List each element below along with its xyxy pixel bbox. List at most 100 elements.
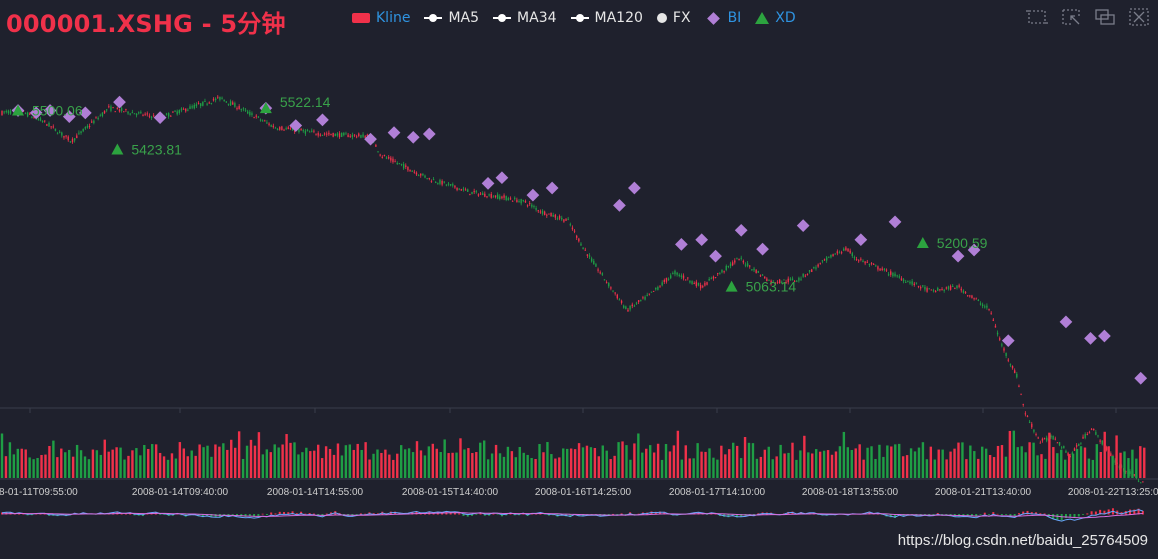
candle-body <box>915 282 918 284</box>
candle-body <box>349 135 351 137</box>
volume-bar <box>1143 447 1146 478</box>
candle-body <box>798 277 800 281</box>
candle-body <box>580 243 582 246</box>
candle-body <box>501 196 503 199</box>
kline-chart[interactable]: 5500.06 5423.81 5522.14 5063.14 5200.59 2008-… <box>0 0 1158 559</box>
candle-body <box>315 134 317 136</box>
candle-body <box>355 136 358 138</box>
candle-body <box>825 257 828 261</box>
volume-bar <box>538 444 541 478</box>
candle-body <box>424 175 426 178</box>
bi-point <box>734 223 748 237</box>
xd-point <box>916 236 929 248</box>
candle-body <box>905 281 907 283</box>
volume-bar <box>368 459 371 478</box>
candle-body <box>1095 431 1097 435</box>
macd-bar <box>1077 514 1080 517</box>
volume-bar <box>447 453 450 478</box>
volume-bar <box>1056 453 1059 478</box>
volume-bar <box>135 448 138 478</box>
x-tick-label: 2008-01-22T13:25:00 <box>1068 487 1158 498</box>
xd-point <box>725 280 738 292</box>
volume-bar <box>170 453 174 478</box>
candle-body <box>586 254 589 256</box>
volume-bar <box>751 443 755 478</box>
candle-body <box>281 126 283 130</box>
volume-bar <box>996 445 1000 478</box>
volume-bar <box>8 442 12 478</box>
volume-bar <box>522 452 525 478</box>
macd-bar <box>1090 511 1093 515</box>
candle-body <box>193 105 195 109</box>
candle-body <box>88 125 91 127</box>
macd-bar <box>941 514 944 515</box>
volume-bar <box>577 443 581 478</box>
macd-bar <box>1026 510 1029 515</box>
candle-body <box>434 181 437 183</box>
volume-bar <box>44 454 47 478</box>
candle-body <box>445 184 448 186</box>
volume-bar <box>396 453 399 478</box>
volume-bar <box>241 458 245 478</box>
candle-body <box>99 115 101 117</box>
candle-body <box>5 111 7 113</box>
volume-bar <box>502 456 506 478</box>
volume-bar <box>336 443 340 478</box>
candle-body <box>911 281 913 285</box>
volume-bar <box>99 454 103 478</box>
macd-bar <box>1056 514 1059 520</box>
volume-bar <box>1123 451 1126 478</box>
volume-bar <box>380 452 383 478</box>
candle-body <box>689 280 691 283</box>
volume-bar <box>506 446 510 478</box>
volume-bar <box>637 433 640 478</box>
bi-point <box>495 171 509 185</box>
candle-body <box>674 270 676 275</box>
volume-bar <box>870 446 873 478</box>
candle-body <box>400 163 403 165</box>
volume-bar <box>1071 453 1075 478</box>
candle-body <box>56 133 59 135</box>
bi-point <box>1134 371 1148 385</box>
candle-body <box>428 177 430 179</box>
candle-body <box>821 260 824 262</box>
volume-bar <box>332 454 336 478</box>
candle-body <box>116 107 119 110</box>
volume-bar <box>475 452 478 478</box>
candle-body <box>714 277 717 279</box>
candle-body <box>232 102 234 105</box>
volume-bar <box>459 438 462 478</box>
volume-bar <box>973 451 976 478</box>
volume-bar <box>953 448 956 478</box>
volume-bar <box>692 458 695 478</box>
candle-body <box>338 133 341 138</box>
volume-bar <box>218 446 221 478</box>
x-tick-label: 2008-01-15T14:40:00 <box>402 487 499 498</box>
candle-body <box>900 278 903 281</box>
candle-body <box>642 297 644 299</box>
candle-body <box>1110 453 1112 457</box>
macd-bar <box>231 514 234 515</box>
macd-bar <box>270 512 273 515</box>
candle-body <box>26 112 29 117</box>
macd-bar <box>1000 514 1003 516</box>
candle-body <box>407 167 409 171</box>
candle-body <box>73 138 76 141</box>
candle-body <box>172 111 174 113</box>
macd-bar <box>325 513 328 515</box>
candle-body <box>960 288 962 291</box>
candle-body <box>1037 437 1039 439</box>
candle-body <box>189 106 191 110</box>
volume-bar <box>688 458 691 478</box>
candle-body <box>898 276 901 278</box>
candle-body <box>648 293 651 295</box>
candle-body <box>1031 423 1033 428</box>
candle-body <box>646 294 648 296</box>
candle-body <box>941 288 943 291</box>
candle-body <box>377 151 379 153</box>
volume-bar <box>668 451 672 478</box>
candle-body <box>343 132 345 136</box>
candle-body <box>885 269 888 271</box>
volume-bar <box>822 450 826 478</box>
volume-bar <box>589 447 593 478</box>
